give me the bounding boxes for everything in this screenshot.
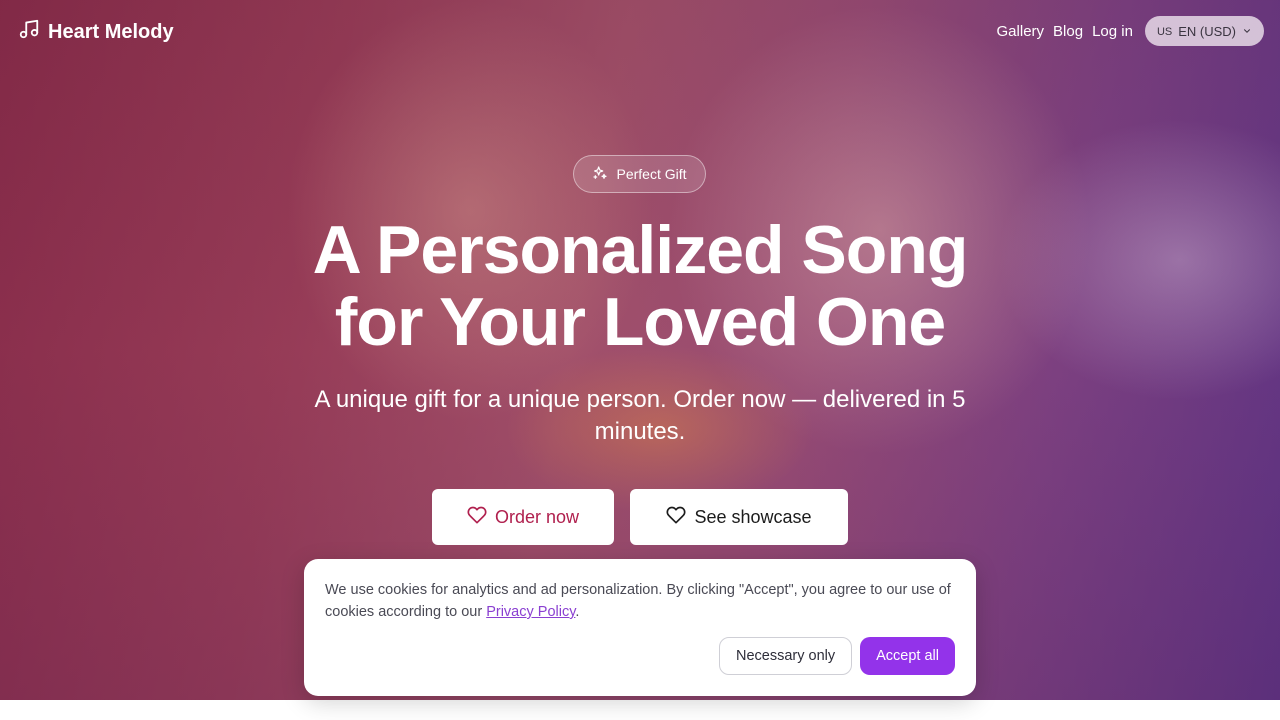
us-flag-icon: US <box>1156 26 1173 38</box>
language-selector[interactable]: US EN (USD) <box>1144 16 1264 46</box>
music-note-icon <box>18 18 40 46</box>
necessary-only-button[interactable]: Necessary only <box>719 637 853 675</box>
chevron-down-icon <box>1242 24 1252 39</box>
cookie-text-before: We use cookies for analytics and ad pers… <box>325 582 951 620</box>
hero-title-line-2: for Your Loved One <box>334 284 946 360</box>
page-bottom <box>0 700 1280 720</box>
cookie-actions: Necessary only Accept all <box>719 637 955 675</box>
hero-title-line-1: A Personalized Song <box>312 212 969 288</box>
sparkles-icon <box>592 165 608 184</box>
order-now-button[interactable]: Order now <box>432 489 614 545</box>
perfect-gift-badge: Perfect Gift <box>573 155 706 193</box>
heart-icon <box>467 505 487 530</box>
badge-label: Perfect Gift <box>616 166 687 182</box>
privacy-policy-link[interactable]: Privacy Policy <box>486 604 575 620</box>
cookie-text-after: . <box>575 604 580 620</box>
hero-subtitle: A unique gift for a unique person. Order… <box>314 386 966 445</box>
top-navbar: Heart Melody Gallery Blog Log in US EN (… <box>0 0 1280 62</box>
brand-logo-link[interactable]: Heart Melody <box>18 18 174 46</box>
nav-gallery-link[interactable]: Gallery <box>997 23 1045 40</box>
see-showcase-label: See showcase <box>694 506 812 527</box>
language-label: EN (USD) <box>1178 23 1236 39</box>
hero-title: A Personalized Song for Your Loved One <box>0 214 1280 358</box>
cookie-banner: We use cookies for analytics and ad pers… <box>304 559 976 696</box>
brand-name: Heart Melody <box>48 20 174 43</box>
see-showcase-button[interactable]: See showcase <box>630 489 848 545</box>
accept-all-button[interactable]: Accept all <box>860 637 955 675</box>
nav-login-link[interactable]: Log in <box>1092 23 1133 40</box>
nav-links: Gallery Blog Log in US EN (USD) <box>997 16 1264 46</box>
order-now-label: Order now <box>494 506 580 527</box>
cookie-message: We use cookies for analytics and ad pers… <box>325 579 955 623</box>
nav-blog-link[interactable]: Blog <box>1053 23 1083 40</box>
heart-icon <box>666 505 686 530</box>
